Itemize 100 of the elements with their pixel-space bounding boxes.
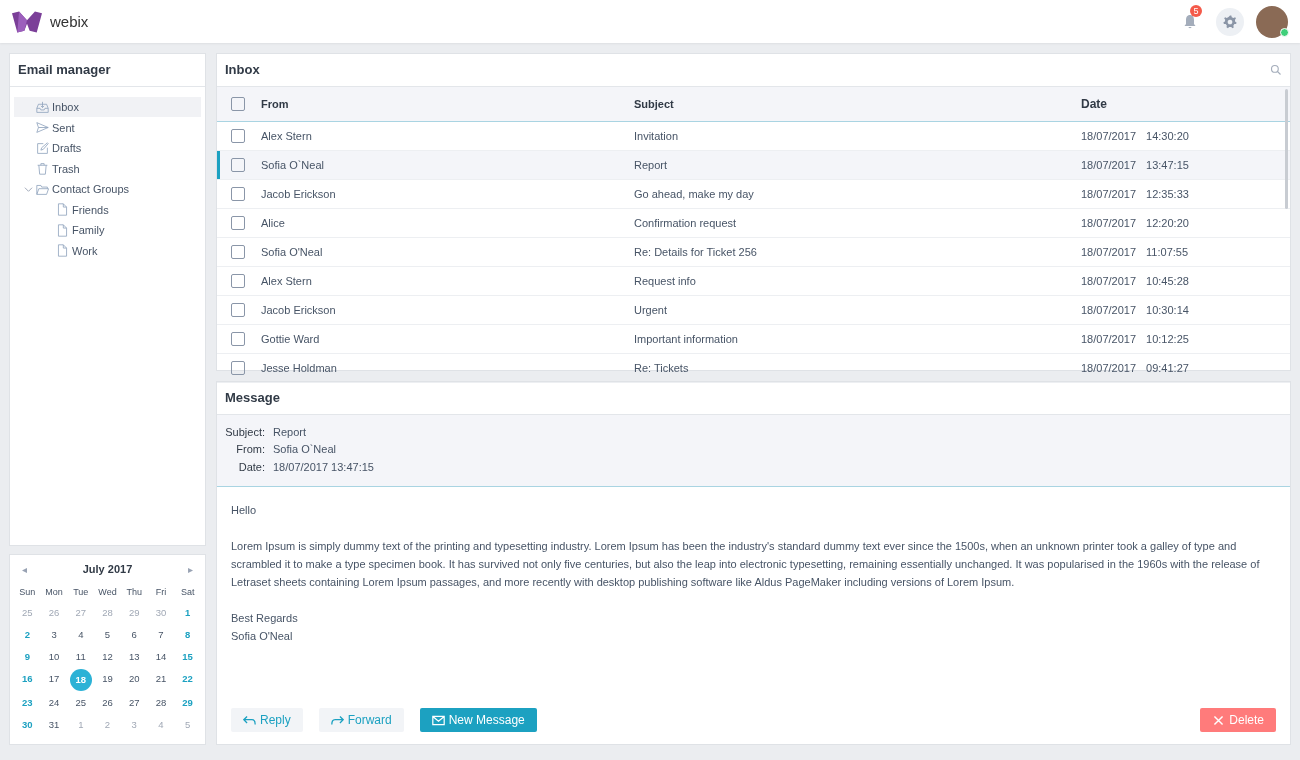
calendar-day[interactable]: 21 — [150, 669, 171, 689]
calendar-day[interactable]: 20 — [124, 669, 145, 689]
caret-icon[interactable] — [24, 184, 33, 194]
weekday-label: Thu — [125, 586, 143, 599]
field-value: Report — [273, 425, 307, 438]
row-checkbox[interactable] — [231, 187, 245, 201]
email-row[interactable]: Sofia O'Neal Re: Details for Ticket 256 18/07/2017 11:07:55 — [217, 238, 1290, 267]
sender-cell-text: Alice — [261, 217, 286, 229]
field-value: Sofia O`Neal — [273, 443, 336, 456]
trash-icon — [36, 162, 49, 175]
folder-item[interactable]: Drafts — [14, 138, 201, 158]
calendar-day[interactable]: 24 — [44, 693, 65, 713]
weekday-label: Sat — [179, 586, 196, 599]
forward-arrow-icon — [330, 713, 344, 727]
calendar-day[interactable]: 10 — [44, 647, 65, 667]
row-checkbox[interactable] — [231, 245, 245, 259]
weekday-label: Fri — [154, 586, 168, 599]
file-icon — [56, 244, 69, 257]
time-cell: 12:20:20 — [1146, 217, 1189, 229]
group-item[interactable]: Family — [14, 220, 201, 240]
email-row[interactable]: Sofia O`Neal Report 18/07/2017 13:47:15 — [217, 151, 1290, 180]
calendar-day[interactable]: 28 — [150, 693, 171, 713]
calendar-day[interactable]: 3 — [44, 625, 65, 645]
calendar-day[interactable]: 14 — [150, 647, 171, 667]
calendar-day[interactable]: 5 — [97, 625, 118, 645]
subject-cell-text: Go ahead, make my day — [634, 188, 755, 200]
calendar-day[interactable]: 17 — [44, 669, 65, 689]
logo-text: webix — [50, 13, 89, 30]
folder-item[interactable]: Inbox — [14, 97, 201, 117]
folder-item[interactable]: Trash — [14, 158, 201, 179]
date-cell: 18/07/2017 — [1081, 275, 1137, 287]
date-cell: 18/07/2017 — [1081, 217, 1137, 229]
subject-cell-text: Re: Tickets — [634, 362, 690, 374]
bell-icon[interactable] — [1182, 13, 1198, 30]
column-header[interactable]: Date — [1081, 97, 1107, 111]
time-cell: 09:41:27 — [1146, 362, 1189, 374]
field-label: From: — [235, 443, 265, 456]
group-label: Family — [72, 224, 105, 236]
subject-cell-text: Important information — [634, 333, 739, 345]
row-checkbox[interactable] — [231, 216, 245, 230]
calendar-day[interactable]: 31 — [44, 715, 65, 735]
search-icon[interactable] — [1270, 64, 1282, 76]
calendar-day[interactable]: 27 — [124, 693, 145, 713]
sender-cell-text: Sofia O`Neal — [261, 159, 325, 171]
settings-icon — [1223, 14, 1237, 29]
select-all-checkbox[interactable] — [231, 97, 245, 111]
envelope-icon — [431, 713, 445, 727]
subject-cell-text: Urgent — [634, 304, 669, 316]
date-cell: 18/07/2017 — [1081, 246, 1137, 258]
row-checkbox[interactable] — [231, 332, 245, 346]
folder-icon — [36, 182, 49, 196]
time-cell: 14:30:20 — [1146, 130, 1189, 142]
calendar-day[interactable]: 7 — [150, 625, 171, 645]
subject-cell-text: Confirmation request — [634, 217, 738, 229]
group-item[interactable]: Friends — [14, 199, 201, 220]
sender-cell-text: Jesse Holdman — [261, 362, 338, 374]
subject-cell-text: Request info — [634, 275, 697, 287]
time-cell: 10:45:28 — [1146, 275, 1189, 287]
email-row[interactable]: Alice Confirmation request 18/07/2017 12:20:20 — [217, 209, 1290, 238]
time-cell: 10:30:14 — [1146, 304, 1189, 316]
column-header[interactable]: Subject — [634, 98, 1081, 110]
folder-item[interactable]: Contact Groups — [14, 179, 201, 199]
sender-cell-text: Gottie Ward — [261, 333, 321, 345]
settings-button[interactable] — [1216, 7, 1244, 36]
email-row[interactable]: Jacob Erickson Go ahead, make my day 18/07/2017 12:35:33 — [217, 180, 1290, 209]
email-row[interactable]: Jacob Erickson Urgent 18/07/2017 10:30:14 — [217, 296, 1290, 325]
email-row[interactable]: Alex Stern Request info 18/07/2017 10:45:28 — [217, 267, 1290, 296]
calendar-day[interactable]: 13 — [124, 647, 145, 667]
column-header[interactable]: From — [261, 98, 634, 110]
time-cell: 10:12:25 — [1146, 333, 1189, 345]
file-icon — [56, 203, 69, 216]
calendar-day[interactable]: 6 — [124, 625, 145, 645]
calendar-day[interactable]: 4 — [70, 625, 91, 645]
scrollbar[interactable] — [1285, 89, 1288, 209]
calendar-day[interactable]: 11 — [70, 647, 91, 667]
avatar-icon[interactable] — [1256, 5, 1288, 38]
paper-plane-icon — [36, 121, 49, 134]
calendar-day[interactable]: 25 — [70, 693, 91, 713]
calendar-day[interactable]: 19 — [97, 669, 118, 689]
sender-cell-text: Jacob Erickson — [261, 188, 337, 200]
field-label: Date: — [237, 460, 265, 473]
row-checkbox[interactable] — [231, 303, 245, 317]
email-row[interactable]: Gottie Ward Important information 18/07/2017 10:12:25 — [217, 325, 1290, 354]
row-checkbox[interactable] — [231, 129, 245, 143]
time-cell: 13:47:15 — [1146, 159, 1189, 171]
weekday-label: Wed — [97, 586, 118, 599]
date-cell: 18/07/2017 — [1081, 362, 1137, 374]
row-checkbox[interactable] — [231, 274, 245, 288]
folder-label: Inbox — [52, 101, 79, 113]
date-cell: 18/07/2017 — [1081, 130, 1137, 142]
calendar-day[interactable]: 12 — [97, 647, 118, 667]
pencil-icon — [36, 141, 49, 155]
calendar-day[interactable]: 26 — [97, 693, 118, 713]
date-cell: 18/07/2017 — [1081, 188, 1137, 200]
file-icon — [56, 223, 69, 237]
sender-cell-text: Jacob Erickson — [261, 304, 337, 316]
group-item[interactable]: Work — [14, 240, 201, 261]
row-checkbox[interactable] — [231, 361, 245, 375]
folder-item[interactable]: Sent — [14, 117, 201, 138]
row-checkbox[interactable] — [231, 158, 245, 172]
